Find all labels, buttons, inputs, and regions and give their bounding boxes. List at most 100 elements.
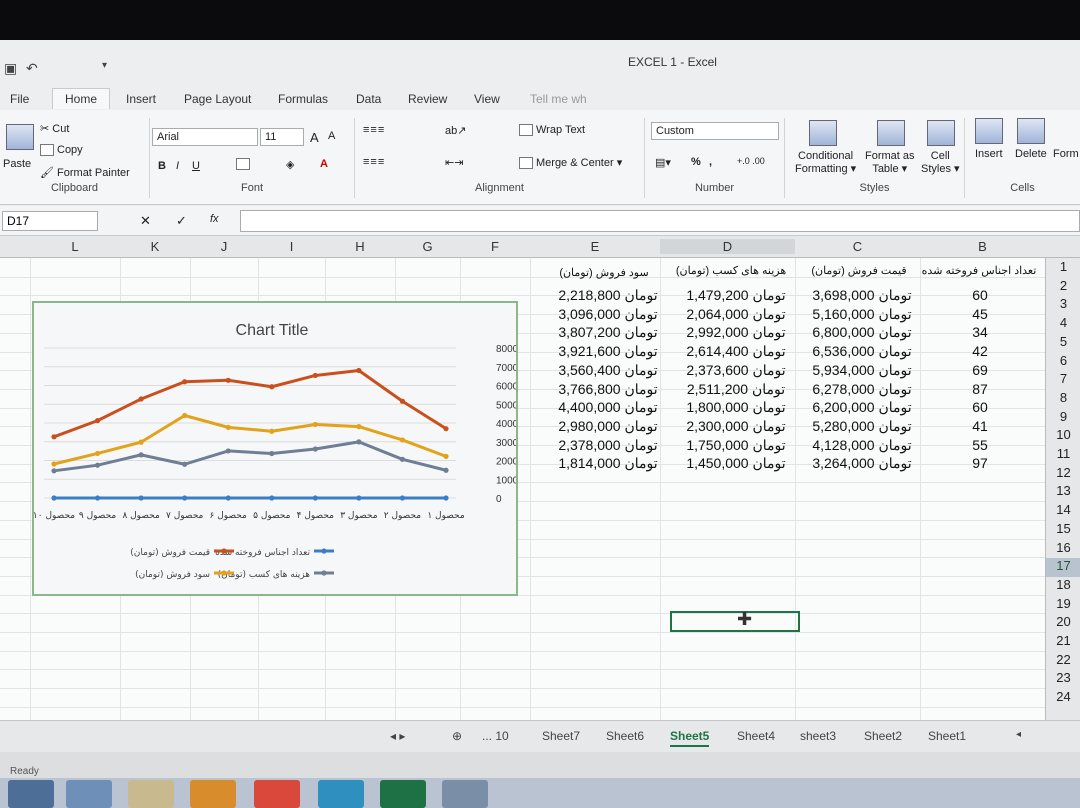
tab-formulas[interactable]: Formulas — [278, 92, 328, 106]
customize-quick-access-icon[interactable]: ▾ — [102, 60, 107, 71]
format-as-table-icon[interactable] — [877, 120, 905, 146]
cell-b2[interactable]: 60 — [940, 287, 1020, 303]
fill-color-icon[interactable]: ◈ — [286, 158, 294, 171]
cell-d11[interactable]: تومان 1,450,000 — [680, 455, 792, 472]
sheet-tab-sheet4[interactable]: Sheet4 — [737, 729, 775, 743]
cell-e4[interactable]: تومان 3,807,200 — [552, 324, 664, 341]
cell-b3[interactable]: 45 — [940, 306, 1020, 322]
tab-insert[interactable]: Insert — [126, 92, 156, 106]
selected-cell-d17[interactable] — [670, 611, 800, 632]
tell-me-search[interactable]: Tell me wh — [530, 92, 587, 106]
cell-styles-button[interactable]: Cell Styles ▾ — [921, 150, 960, 175]
sheet-tab-sheet1[interactable]: Sheet1 — [928, 729, 966, 743]
shrink-font-icon[interactable]: A — [328, 130, 335, 142]
cell-e10[interactable]: تومان 2,378,000 — [552, 437, 664, 454]
enter-icon[interactable]: ✓ — [176, 213, 187, 229]
cell-c7[interactable]: تومان 6,278,000 — [806, 381, 918, 398]
row-header-17[interactable]: 17 — [1046, 558, 1080, 577]
row-header-7[interactable]: 7 — [1046, 371, 1080, 390]
cell-c2[interactable]: تومان 3,698,000 — [806, 287, 918, 304]
cell-b8[interactable]: 60 — [940, 399, 1020, 415]
tab-file[interactable]: File — [10, 92, 29, 106]
cell-d6[interactable]: تومان 2,373,600 — [680, 362, 792, 379]
cell-d5[interactable]: تومان 2,614,400 — [680, 343, 792, 360]
excel-taskbar-icon[interactable] — [380, 780, 426, 808]
cell-e2[interactable]: تومان 2,218,800 — [552, 287, 664, 304]
more-sheets[interactable]: ... 10 — [482, 729, 509, 743]
cell-b10[interactable]: 55 — [940, 437, 1020, 453]
row-header-12[interactable]: 12 — [1046, 465, 1080, 484]
sheet-tab-sheet6[interactable]: Sheet6 — [606, 729, 644, 743]
scroll-left-icon[interactable]: ◂ — [1016, 729, 1021, 740]
photos-icon[interactable] — [442, 780, 488, 808]
column-header-g[interactable]: G — [395, 239, 460, 254]
column-header-e[interactable]: E — [530, 239, 660, 254]
number-format-select[interactable]: Custom — [651, 122, 779, 140]
cell-d9[interactable]: تومان 2,300,000 — [680, 418, 792, 435]
row-header-24[interactable]: 24 — [1046, 689, 1080, 708]
conditional-formatting-button[interactable]: Conditional Formatting ▾ — [795, 150, 856, 175]
cell-d8[interactable]: تومان 1,800,000 — [680, 399, 792, 416]
cell-c3[interactable]: تومان 5,160,000 — [806, 306, 918, 323]
worksheet-grid[interactable]: LKJIHGFEDCB 1 2 3 4 5 6 7 8 9 10 11 12 13 14 15 16 17 18 1… — [0, 236, 1080, 720]
column-header-h[interactable]: H — [325, 239, 395, 254]
row-header-1[interactable]: 1 — [1046, 259, 1080, 278]
cell-c6[interactable]: تومان 5,934,000 — [806, 362, 918, 379]
row-header-5[interactable]: 5 — [1046, 334, 1080, 353]
cell-b7[interactable]: 87 — [940, 381, 1020, 397]
cell-b4[interactable]: 34 — [940, 324, 1020, 340]
formula-input[interactable] — [240, 210, 1080, 232]
cell-d4[interactable]: تومان 2,992,000 — [680, 324, 792, 341]
row-header-18[interactable]: 18 — [1046, 577, 1080, 596]
underline-button[interactable]: U — [192, 160, 200, 172]
file-explorer-icon[interactable] — [128, 780, 174, 808]
grow-font-icon[interactable]: A — [310, 130, 319, 145]
merge-center-button[interactable]: Merge & Center ▾ — [519, 156, 622, 170]
column-header-f[interactable]: F — [460, 239, 530, 254]
column-header-k[interactable]: K — [120, 239, 190, 254]
sheet-tab-sheet7[interactable]: Sheet7 — [542, 729, 580, 743]
cell-e5[interactable]: تومان 3,921,600 — [552, 343, 664, 360]
tab-home[interactable]: Home — [52, 88, 111, 109]
header-b[interactable]: تعداد اجناس فروخته شده — [920, 264, 1038, 277]
delete-button[interactable]: Delete — [1015, 148, 1047, 160]
row-header-23[interactable]: 23 — [1046, 670, 1080, 689]
sheet-tab-sheet5[interactable]: Sheet5 — [670, 729, 710, 747]
delete-cells-icon[interactable] — [1017, 118, 1045, 144]
row-header-16[interactable]: 16 — [1046, 540, 1080, 559]
row-header-19[interactable]: 19 — [1046, 596, 1080, 615]
column-header-i[interactable]: I — [258, 239, 325, 254]
column-header-j[interactable]: J — [190, 239, 258, 254]
cell-c9[interactable]: تومان 5,280,000 — [806, 418, 918, 435]
cell-b6[interactable]: 69 — [940, 362, 1020, 378]
header-d[interactable]: هزینه های کسب (تومان) — [666, 264, 796, 277]
column-header-b[interactable]: B — [920, 239, 1045, 254]
cell-c4[interactable]: تومان 6,800,000 — [806, 324, 918, 341]
copy-button[interactable]: Copy — [40, 144, 83, 157]
cell-e7[interactable]: تومان 3,766,800 — [552, 381, 664, 398]
tab-review[interactable]: Review — [408, 92, 447, 106]
insert-cells-icon[interactable] — [975, 118, 1003, 144]
cut-button[interactable]: ✂ Cut — [40, 122, 69, 135]
sheet-tab-sheet2[interactable]: Sheet2 — [864, 729, 902, 743]
row-header-3[interactable]: 3 — [1046, 296, 1080, 315]
media-player-icon[interactable] — [190, 780, 236, 808]
cell-d10[interactable]: تومان 1,750,000 — [680, 437, 792, 454]
sheet-tab-sheet3[interactable]: sheet3 — [800, 729, 836, 743]
insert-button[interactable]: Insert — [975, 148, 1003, 160]
row-header-8[interactable]: 8 — [1046, 390, 1080, 409]
cell-e9[interactable]: تومان 2,980,000 — [552, 418, 664, 435]
indent-icon[interactable]: ⇤⇥ — [445, 156, 463, 169]
cell-d7[interactable]: تومان 2,511,200 — [680, 381, 792, 398]
row-header-10[interactable]: 10 — [1046, 427, 1080, 446]
column-header-l[interactable]: L — [30, 239, 120, 254]
scroll-tabs-icon[interactable]: ◂ ▸ — [390, 729, 405, 743]
tab-view[interactable]: View — [474, 92, 500, 106]
cell-styles-icon[interactable] — [927, 120, 955, 146]
decimal-icon[interactable]: +.0 .00 — [737, 156, 765, 166]
undo-icon[interactable]: ↶ — [26, 60, 38, 77]
row-header-14[interactable]: 14 — [1046, 502, 1080, 521]
save-icon[interactable]: ▣ — [4, 60, 17, 77]
comma-button[interactable]: , — [709, 156, 712, 168]
tab-page-layout[interactable]: Page Layout — [184, 92, 251, 106]
